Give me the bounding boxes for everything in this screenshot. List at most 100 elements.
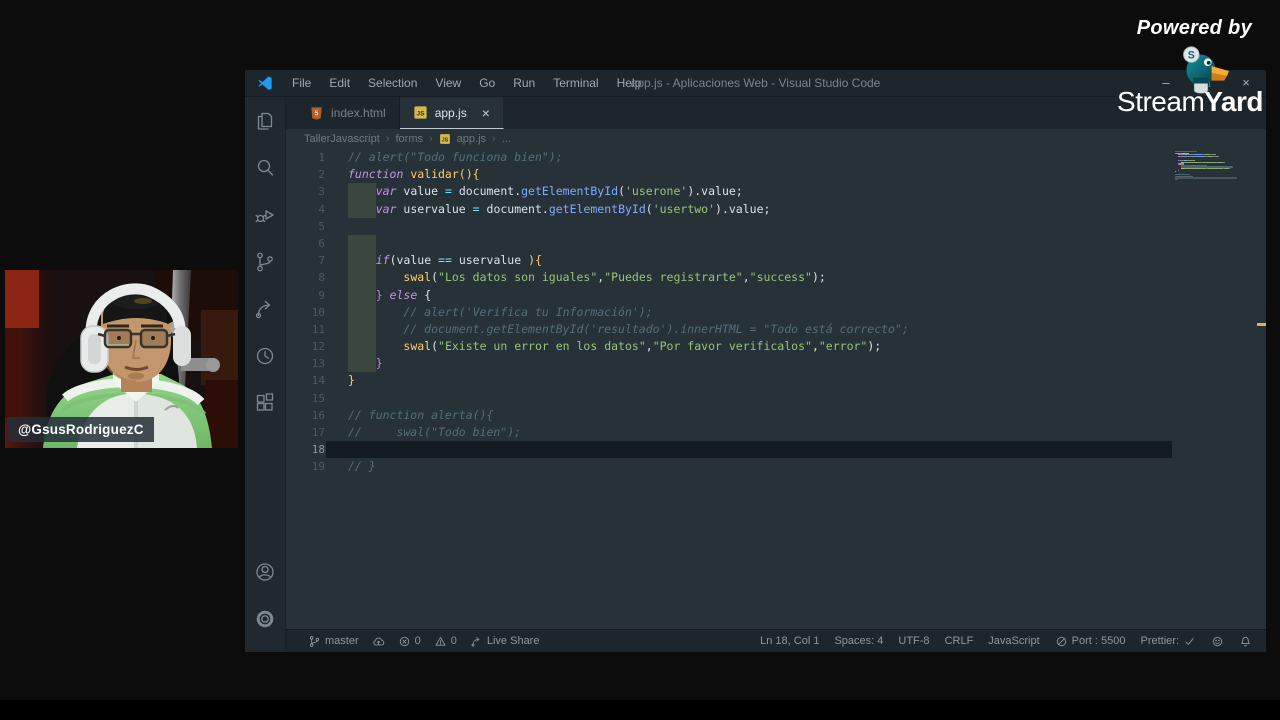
code-text: var value = document.getElementById('use… [375, 184, 743, 199]
status-label: master [325, 635, 359, 647]
breadcrumb-item[interactable]: ... [502, 133, 511, 145]
breadcrumb-item[interactable]: TallerJavascript [304, 133, 380, 145]
menu-edit[interactable]: Edit [320, 76, 359, 90]
status-publish[interactable] [372, 635, 385, 648]
code-text: // document.getElementById('resultado').… [403, 321, 909, 336]
activity-explorer[interactable] [245, 97, 285, 144]
editor[interactable]: 1 // alert("Todo funciona bien"); 2 functio… [286, 149, 1266, 629]
code-line[interactable]: 3 var value = document.getElementById('u… [286, 183, 1266, 201]
stream-canvas: Powered by S StreamYard File Edit Select… [0, 0, 1280, 720]
powered-by-text: Powered by [1136, 17, 1252, 39]
line-number: 7 [318, 254, 325, 268]
coin-letter: S [1188, 49, 1195, 61]
error-icon [398, 635, 411, 648]
code-line[interactable]: 6 [286, 234, 1266, 253]
status-prettier[interactable]: Prettier: [1140, 635, 1196, 648]
status-left: master 0 0 Live Share [308, 635, 539, 648]
live-share-icon [470, 635, 483, 648]
explorer-icon [253, 109, 277, 133]
breadcrumb-item[interactable]: app.js [457, 133, 486, 145]
code-line[interactable]: 13 } [286, 355, 1266, 373]
code-text: swal("Los datos son iguales","Puedes reg… [403, 270, 826, 285]
status-feedback[interactable] [1211, 635, 1224, 648]
menu-view[interactable]: View [426, 76, 470, 90]
menu-run[interactable]: Run [504, 76, 544, 90]
status-label: JavaScript [988, 635, 1040, 647]
code-line[interactable]: 11 // document.getElementById('resultado… [286, 320, 1266, 339]
tab-label: index.html [331, 106, 386, 120]
menu-selection[interactable]: Selection [359, 76, 426, 90]
activity-bar [245, 97, 286, 652]
activity-run-debug[interactable] [245, 191, 285, 238]
code-line[interactable]: 9 } else { [286, 286, 1266, 304]
activity-search[interactable] [245, 144, 285, 191]
status-label: Prettier: [1140, 635, 1179, 647]
status-port[interactable]: Port : 5500 [1055, 635, 1125, 648]
activity-live-share[interactable] [245, 285, 285, 332]
tab-app-js[interactable]: JS app.js × [399, 97, 504, 129]
activity-extensions[interactable] [245, 379, 285, 426]
code-line[interactable]: 12 swal("Existe un error en los datos","… [286, 338, 1266, 356]
code-text: swal("Existe un error en los datos","Por… [403, 339, 882, 354]
activity-settings[interactable] [245, 595, 285, 642]
status-notifications[interactable] [1239, 635, 1252, 648]
status-label: Live Share [486, 635, 540, 647]
status-encoding[interactable]: UTF-8 [898, 635, 929, 647]
code-text: } [375, 356, 383, 371]
feedback-icon [1211, 635, 1224, 648]
git-branch-icon [308, 635, 321, 648]
code-line[interactable]: 5 [286, 218, 1266, 235]
code-line[interactable]: 16 // function alerta(){ [286, 407, 1266, 424]
code-line[interactable]: 2 function validar(){ [286, 166, 1266, 183]
line-number: 19 [311, 460, 325, 474]
statusbar: master 0 0 Live Share Ln 18, Col 1 Spaces: 4… [286, 629, 1266, 652]
code-line[interactable]: 4 var uservalue = document.getElementByI… [286, 200, 1266, 218]
activity-source-control[interactable] [245, 238, 285, 285]
breadcrumb-separator: › [428, 133, 433, 145]
code-line[interactable]: 17 // swal("Todo bien"); [286, 424, 1266, 441]
status-warnings[interactable]: 0 [434, 635, 457, 648]
status-branch[interactable]: master [308, 635, 359, 648]
status-label: 0 [414, 635, 421, 647]
status-cursor-position[interactable]: Ln 18, Col 1 [760, 635, 819, 647]
line-number: 10 [311, 305, 325, 319]
tab-index-html[interactable]: 5 index.html [296, 97, 400, 129]
code-line[interactable]: 10 // alert('Verifica tu Información'); [286, 303, 1266, 321]
wordmark-stream: Stream [1117, 86, 1205, 117]
svg-text:JS: JS [416, 111, 425, 118]
history-icon [253, 344, 277, 368]
status-language[interactable]: JavaScript [988, 635, 1039, 647]
code-line[interactable]: 18 [286, 441, 1266, 459]
status-label: CRLF [944, 635, 974, 647]
code-line[interactable]: 14} [286, 372, 1266, 389]
line-number: 6 [318, 236, 325, 250]
menu-file[interactable]: File [283, 76, 320, 90]
code-line[interactable]: 1 // alert("Todo funciona bien"); [286, 149, 1266, 166]
line-number: 11 [311, 322, 325, 336]
minimap[interactable] [1175, 151, 1237, 181]
close-icon[interactable]: × [482, 105, 490, 121]
status-label: UTF-8 [898, 635, 930, 647]
code-line[interactable]: 19 // } [286, 458, 1266, 475]
activity-account[interactable] [245, 548, 285, 595]
line-number: 13 [311, 357, 325, 371]
menu-go[interactable]: Go [470, 76, 504, 90]
js-icon: JS [439, 133, 451, 145]
html-icon: 5 [309, 106, 324, 121]
code-line[interactable]: 15 [286, 390, 1266, 407]
activity-history[interactable] [245, 332, 285, 379]
menubar: File Edit Selection View Go Run Terminal Help [283, 76, 650, 90]
code-text: } else { [375, 287, 432, 302]
breadcrumb-item[interactable]: forms [395, 133, 423, 145]
status-live-share[interactable]: Live Share [470, 635, 540, 648]
code-line[interactable]: 7 if(value == uservalue ){ [286, 252, 1266, 270]
status-right: Ln 18, Col 1 Spaces: 4 UTF-8 CRLF JavaScript… [760, 635, 1252, 648]
status-eol[interactable]: CRLF [945, 635, 974, 647]
status-label: Ln 18, Col 1 [760, 635, 820, 647]
line-number: 4 [318, 202, 325, 216]
status-indentation[interactable]: Spaces: 4 [834, 635, 883, 647]
menu-terminal[interactable]: Terminal [544, 76, 607, 90]
code-line[interactable]: 8 swal("Los datos son iguales","Puedes r… [286, 269, 1266, 287]
search-icon [253, 156, 277, 180]
status-errors[interactable]: 0 [398, 635, 421, 648]
